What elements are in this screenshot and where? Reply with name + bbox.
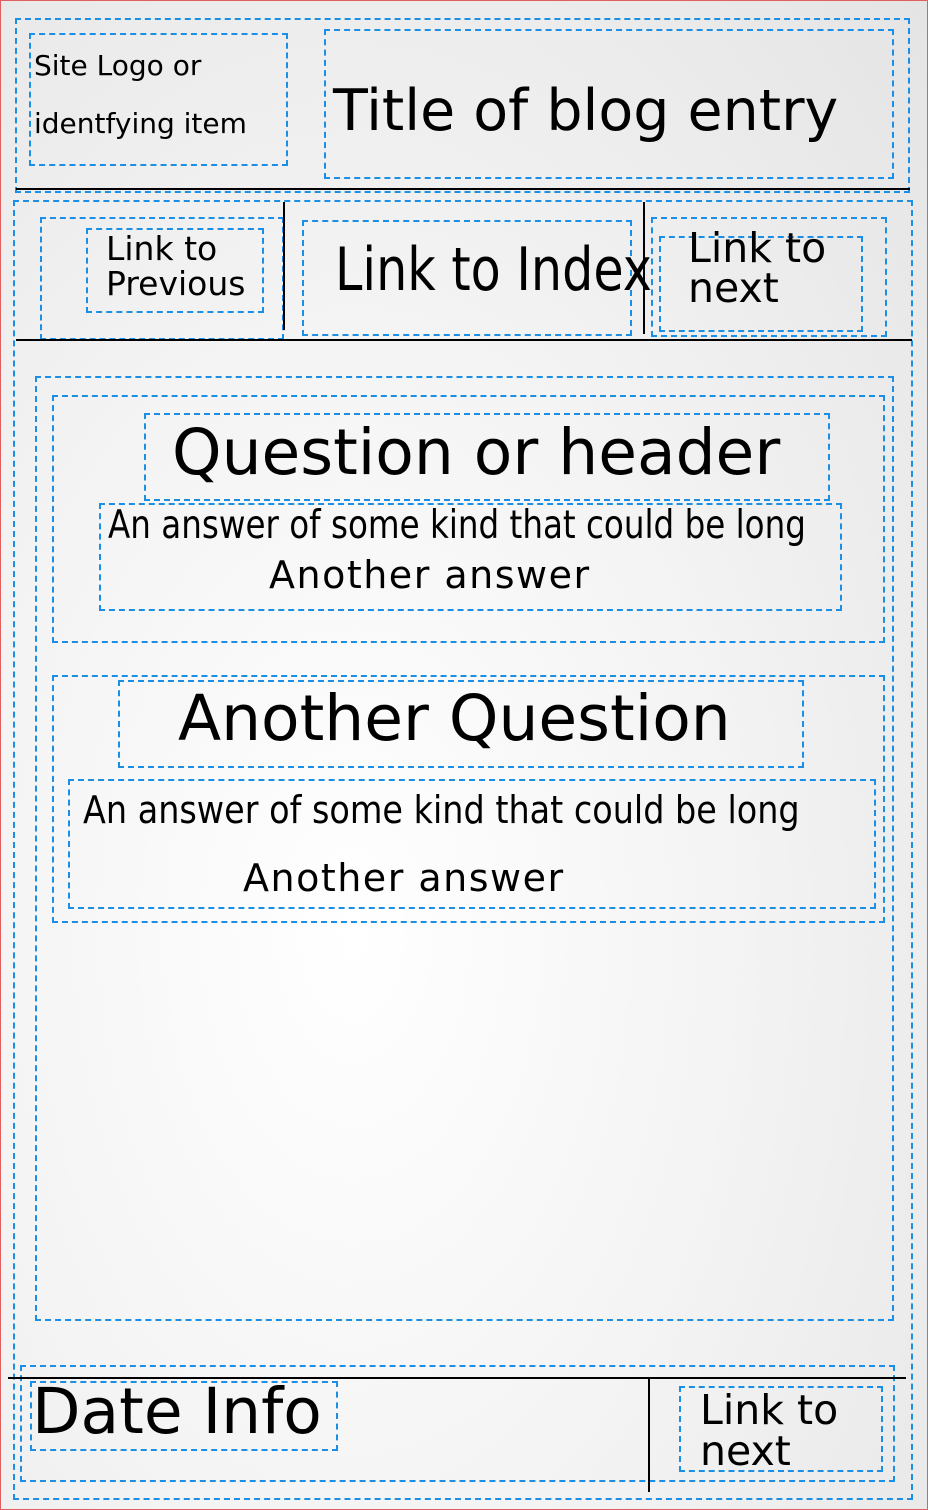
date-info: Date Info	[32, 1375, 322, 1448]
footer-next-link-line1: Link to	[700, 1386, 839, 1434]
nav-divider-bottom	[16, 339, 912, 341]
question-2: Another Question	[178, 682, 731, 755]
site-logo-line2: identfying item	[34, 107, 247, 140]
index-link-text: Link to Index	[335, 235, 652, 305]
answer-2b: Another answer	[243, 856, 565, 900]
previous-link-line1: Link to	[106, 229, 218, 268]
footer-vertical-divider	[648, 1378, 650, 1492]
answer-1b: Another answer	[269, 553, 591, 597]
nav-divider-1	[283, 202, 285, 330]
answer-2a-label: An answer of some kind that could be lon…	[83, 791, 897, 829]
question-1: Question or header	[172, 416, 781, 489]
next-link-line1: Link to	[688, 224, 827, 272]
blog-title: Title of blog entry	[333, 78, 839, 144]
previous-link-line2: Previous	[106, 264, 246, 303]
footer-next-link-line2: next	[700, 1427, 791, 1475]
nav-divider-2	[643, 202, 645, 334]
answer-1a: An answer of some kind that could be lon…	[108, 503, 806, 548]
answer-1a-label: An answer of some kind that could be lon…	[108, 506, 928, 545]
next-link-line2: next	[688, 264, 779, 312]
header-divider	[16, 188, 910, 190]
answer-2a: An answer of some kind that could be lon…	[83, 788, 800, 832]
site-logo-line1: Site Logo or	[34, 49, 202, 82]
